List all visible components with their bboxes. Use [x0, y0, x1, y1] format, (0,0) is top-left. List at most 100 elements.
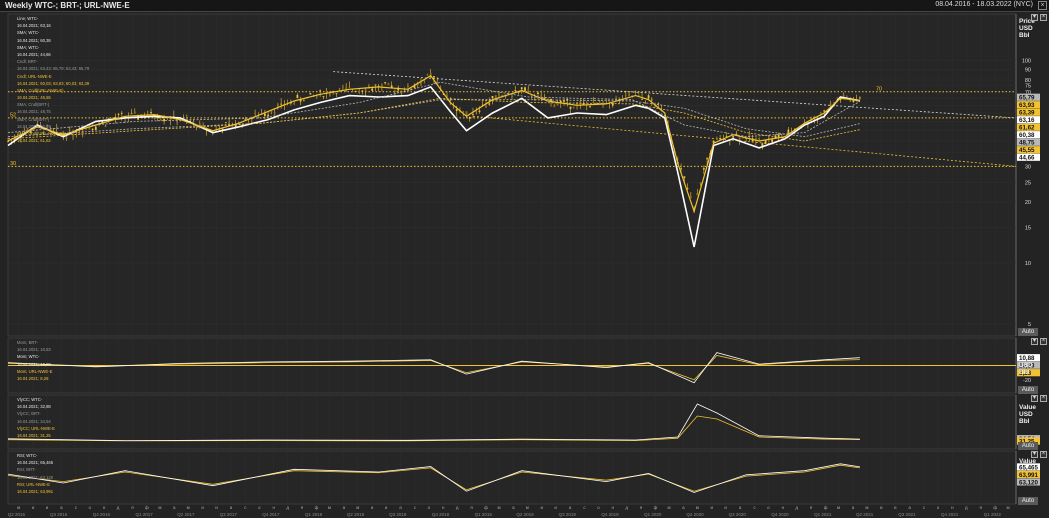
axis-value-label: 65,465 [1019, 464, 1038, 471]
candle-body [198, 123, 201, 125]
candle-body [355, 91, 357, 93]
x-month-label: н [951, 505, 954, 510]
x-quarter-label: Q1 2017 [135, 512, 153, 517]
x-month-label: м [328, 505, 331, 510]
rsi-auto-scale-button[interactable]: Auto [1018, 497, 1038, 505]
x-month-label: м [837, 505, 840, 510]
x-month-label: н [612, 505, 615, 510]
x-quarter-label: Q1 2019 [475, 512, 493, 517]
x-month-label: с [244, 505, 247, 510]
axis-value-label: 63,991 [1019, 472, 1038, 479]
volatility-panel-close-icon[interactable]: × [1040, 395, 1047, 402]
x-month-label: н [782, 505, 785, 510]
x-month-label: я [979, 505, 982, 510]
legend-entry: Mom; WTC- [17, 354, 40, 360]
candle-body [491, 96, 494, 99]
x-month-label: с [923, 505, 926, 510]
x-month-label: и [32, 505, 35, 510]
x-month-label: о [88, 505, 91, 510]
price-panel-menu-icon[interactable]: ▾ [1031, 14, 1038, 21]
candle-body [94, 126, 97, 130]
candle-body [602, 101, 604, 103]
candle-body [741, 137, 744, 139]
chart-canvas[interactable]: мииасондяфмамииасондяфмамииасондяфмамииа… [0, 0, 1049, 518]
candle-body [293, 103, 296, 105]
legend-entry: 16.04.2021; 63,43; 65,79; 63,43; 65,79 [17, 66, 90, 72]
price-panel-close-icon[interactable]: × [1040, 14, 1047, 21]
candle-body [247, 122, 250, 124]
x-month-label: я [470, 505, 473, 510]
price-tick-label: 80 [1025, 78, 1031, 84]
price-plot-area [7, 13, 1017, 337]
x-quarter-label: Q3 2020 [729, 512, 747, 517]
candle-body [849, 100, 852, 102]
axis-value-label: 63,16 [1019, 117, 1035, 124]
momentum-panel-menu-icon[interactable]: ▾ [1031, 338, 1038, 345]
candle-body [302, 99, 305, 101]
candle-body [420, 82, 422, 86]
candle-body [559, 100, 562, 103]
candle-body [381, 84, 383, 86]
x-month-label: о [428, 505, 431, 510]
volatility-panel-menu-icon[interactable]: ▾ [1031, 395, 1038, 402]
rsi-unit-line: Value [1019, 458, 1036, 465]
x-month-label: м [17, 505, 20, 510]
volatility-auto-scale-button[interactable]: Auto [1018, 442, 1038, 450]
x-month-label: и [880, 505, 883, 510]
candle-body [702, 168, 705, 170]
candle-body [91, 128, 94, 131]
legend-entry: 16.04.2021; 10,83 [17, 347, 51, 353]
x-month-label: о [767, 505, 770, 510]
rsi-panel-menu-icon[interactable]: ▾ [1031, 451, 1038, 458]
x-month-label: о [597, 505, 600, 510]
price-tick-label: 15 [1025, 225, 1031, 231]
candle-body [364, 88, 367, 92]
candle-body [485, 106, 487, 108]
legend-entry: 16.04.2021; 48,75 [17, 109, 51, 115]
volatility-unit-label: Value USD Bbl [1019, 404, 1036, 425]
legend-entry: SMA; Cndl(URL-NWE-E) [17, 87, 64, 93]
candle-body [715, 137, 718, 141]
legend-entry: 16.04.2021; 34,54 [17, 418, 51, 424]
candle-body [641, 98, 643, 100]
momentum-auto-scale-button[interactable]: Auto [1018, 386, 1038, 394]
x-month-label: м [356, 505, 359, 510]
candle-body [628, 93, 630, 97]
candle-body [553, 105, 556, 108]
x-month-label: и [201, 505, 204, 510]
rsi-panel-close-icon[interactable]: × [1040, 451, 1047, 458]
legend-entry: 16.04.2021; 65,465 [17, 460, 54, 466]
candle-body [777, 134, 780, 138]
legend-entry: Cndl; BRT- [17, 59, 38, 65]
x-quarter-label: Q4 2017 [262, 512, 280, 517]
candle-body [257, 116, 260, 118]
x-month-label: и [46, 505, 49, 510]
legend-entry: VlyCC; URL-NWE-E [17, 425, 55, 431]
candle-body [329, 93, 331, 96]
candle-body [507, 91, 510, 93]
price-unit-line: USD [1019, 25, 1033, 32]
candle-body [322, 96, 325, 98]
legend-entry: 16.04.2021; 31,25 [17, 432, 51, 438]
candle-body [680, 168, 682, 170]
legend-entry: SMA; Cndl(URL-NWE-E) [17, 131, 64, 136]
momentum-panel-close-icon[interactable]: × [1040, 338, 1047, 345]
x-quarter-label: Q4 2016 [93, 512, 111, 517]
candle-body [589, 106, 591, 108]
candle-body [524, 87, 526, 91]
x-quarter-label: Q3 2019 [559, 512, 577, 517]
x-month-label: и [710, 505, 713, 510]
x-month-label: а [908, 505, 911, 510]
candle-body [455, 109, 458, 112]
price-auto-scale-button[interactable]: Auto [1018, 328, 1038, 336]
candle-body [514, 90, 517, 91]
x-quarter-label: Q3 2018 [389, 512, 407, 517]
candle-body [120, 112, 123, 114]
candle-body [719, 138, 722, 140]
candle-body [572, 106, 575, 108]
x-quarter-label: Q2 2016 [8, 512, 26, 517]
candle-body [267, 114, 270, 117]
x-month-label: м [526, 505, 529, 510]
candle-body [244, 118, 247, 120]
reference-line-label: 52 [10, 112, 16, 118]
